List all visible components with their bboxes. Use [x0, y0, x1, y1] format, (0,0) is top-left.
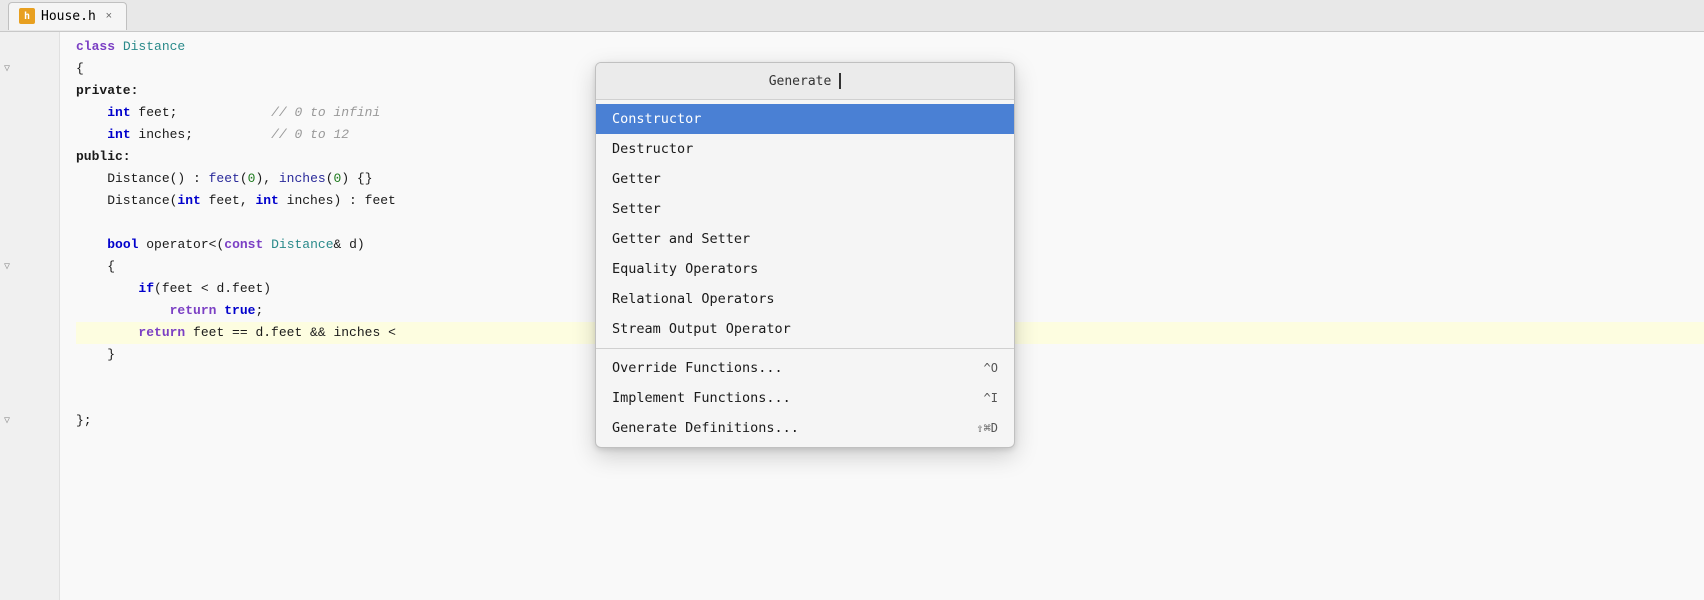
- dropdown-item-label: Getter and Setter: [612, 231, 750, 247]
- dropdown-item-override-functions[interactable]: Override Functions... ^O: [596, 353, 1014, 383]
- dropdown-item-label: Constructor: [612, 111, 701, 127]
- dropdown-item-label: Destructor: [612, 141, 693, 157]
- gutter-line-8: [0, 190, 59, 212]
- gutter-line-11[interactable]: ▽: [0, 256, 59, 278]
- gutter-line-6: [0, 146, 59, 168]
- dropdown-item-stream-output-operator[interactable]: Stream Output Operator: [596, 314, 1014, 344]
- gutter-line-14: [0, 322, 59, 344]
- dropdown-items-list: Constructor Destructor Getter Setter Get…: [596, 100, 1014, 447]
- file-tab[interactable]: h House.h ×: [8, 2, 127, 30]
- file-icon: h: [19, 8, 35, 24]
- gutter-line-13: [0, 300, 59, 322]
- gutter-line-2[interactable]: ▽: [0, 58, 59, 80]
- dropdown-item-label: Setter: [612, 201, 661, 217]
- dropdown-item-shortcut: ^O: [984, 361, 998, 375]
- fold-arrow-2[interactable]: ▽: [4, 63, 16, 75]
- tab-bar: h House.h ×: [0, 0, 1704, 32]
- gutter-line-7: [0, 168, 59, 190]
- gutter-line-5: [0, 124, 59, 146]
- text-cursor-icon: [839, 73, 841, 89]
- dropdown-header: Generate: [596, 63, 1014, 100]
- dropdown-item-shortcut: ^I: [984, 391, 998, 405]
- dropdown-item-setter[interactable]: Setter: [596, 194, 1014, 224]
- dropdown-separator-1: [596, 348, 1014, 349]
- dropdown-item-label: Getter: [612, 171, 661, 187]
- dropdown-item-label: Override Functions...: [612, 360, 783, 376]
- dropdown-item-label: Equality Operators: [612, 261, 758, 277]
- dropdown-item-getter-and-setter[interactable]: Getter and Setter: [596, 224, 1014, 254]
- tab-filename: House.h: [41, 9, 96, 24]
- dropdown-item-relational-operators[interactable]: Relational Operators: [596, 284, 1014, 314]
- dropdown-item-generate-definitions[interactable]: Generate Definitions... ⇧⌘D: [596, 413, 1014, 443]
- editor-area: ▽ ▽ ▽ class Distance { private:: [0, 32, 1704, 600]
- dropdown-title: Generate: [769, 74, 832, 89]
- dropdown-item-label: Stream Output Operator: [612, 321, 791, 337]
- dropdown-item-label: Generate Definitions...: [612, 420, 799, 436]
- dropdown-item-constructor[interactable]: Constructor: [596, 104, 1014, 134]
- gutter-line-12: [0, 278, 59, 300]
- gutter-line-9: [0, 212, 59, 234]
- generate-dropdown: Generate Constructor Destructor Getter S…: [595, 62, 1015, 448]
- code-line-1: class Distance: [76, 36, 1704, 58]
- dropdown-item-label: Implement Functions...: [612, 390, 791, 406]
- fold-arrow-18[interactable]: ▽: [4, 415, 16, 427]
- line-gutter: ▽ ▽ ▽: [0, 32, 60, 600]
- dropdown-item-shortcut: ⇧⌘D: [976, 421, 998, 435]
- dropdown-item-destructor[interactable]: Destructor: [596, 134, 1014, 164]
- dropdown-item-getter[interactable]: Getter: [596, 164, 1014, 194]
- gutter-line-1: [0, 36, 59, 58]
- gutter-line-10: [0, 234, 59, 256]
- gutter-line-4: [0, 102, 59, 124]
- gutter-line-18[interactable]: ▽: [0, 410, 59, 432]
- dropdown-item-implement-functions[interactable]: Implement Functions... ^I: [596, 383, 1014, 413]
- dropdown-item-equality-operators[interactable]: Equality Operators: [596, 254, 1014, 284]
- gutter-line-17: [0, 388, 59, 410]
- gutter-line-16: [0, 366, 59, 388]
- gutter-line-3: [0, 80, 59, 102]
- tab-close-button[interactable]: ×: [102, 9, 116, 23]
- fold-arrow-11[interactable]: ▽: [4, 261, 16, 273]
- dropdown-item-label: Relational Operators: [612, 291, 775, 307]
- gutter-line-15: [0, 344, 59, 366]
